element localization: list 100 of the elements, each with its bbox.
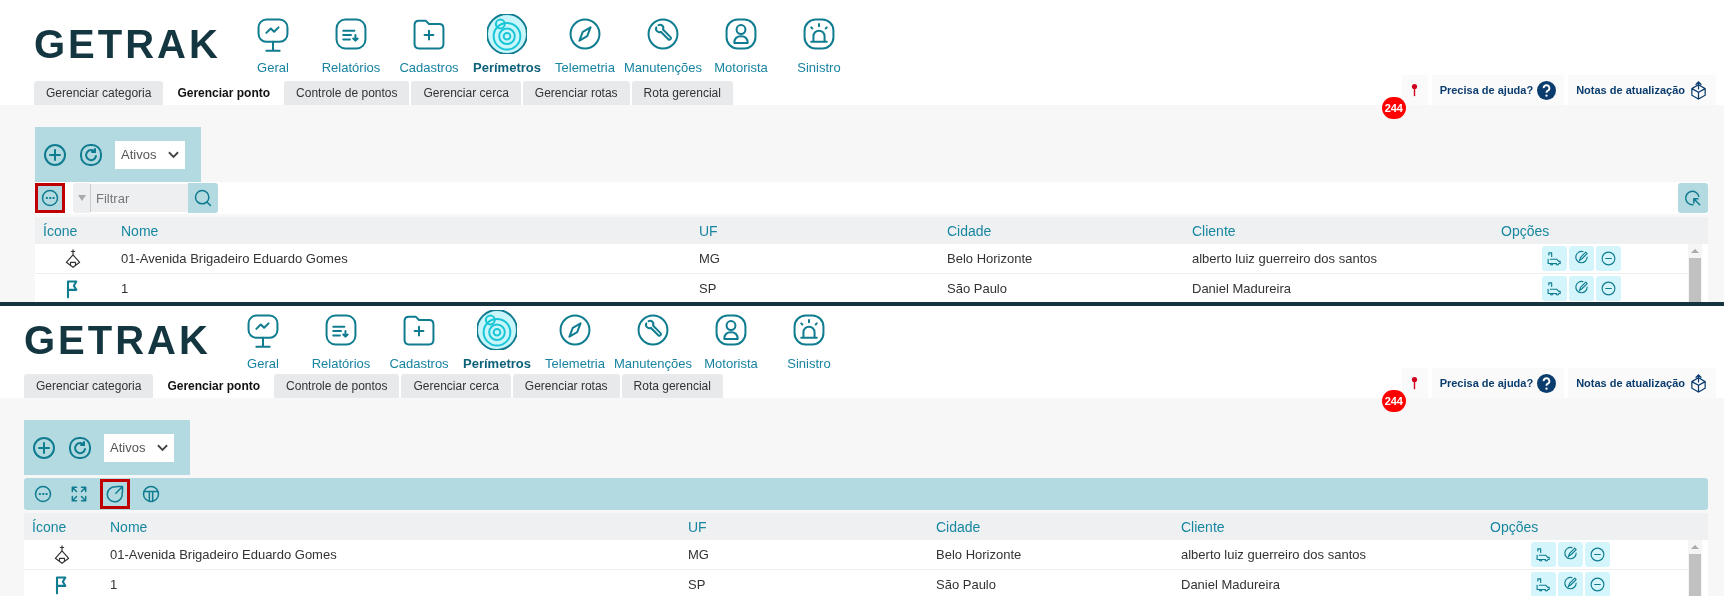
nav-item[interactable]: Sinistro [780, 14, 858, 75]
vehicle-button[interactable] [1542, 276, 1567, 301]
remove-button[interactable] [1585, 572, 1610, 596]
column-header: Ícone [31, 518, 68, 535]
more-button[interactable] [35, 183, 65, 213]
table-cell-text: Belo Horizonte [946, 251, 1034, 266]
tab[interactable]: Gerenciar categoria [24, 374, 154, 398]
vehicle-button[interactable] [1531, 572, 1556, 596]
remove-button[interactable] [1585, 542, 1610, 567]
nav-item[interactable]: Geral [234, 14, 312, 75]
help-button[interactable]: Precisa de ajuda? [1431, 368, 1565, 398]
more-icon [40, 188, 60, 208]
house-pin-icon [52, 544, 72, 565]
table-cell-text: 1 [109, 577, 119, 592]
table-cell-text: SP [698, 281, 718, 296]
more-icon [33, 484, 53, 504]
remove-button[interactable] [1596, 276, 1621, 301]
house-pin-icon [63, 248, 83, 269]
nav-item[interactable]: Telemetria [536, 310, 614, 371]
box-icon [1689, 373, 1708, 393]
help-button[interactable]: Precisa de ajuda? [1431, 75, 1565, 105]
remove-icon [1589, 576, 1606, 593]
update-notes-button[interactable]: Notas de atualização [1568, 368, 1716, 398]
vehicle-icon [1535, 546, 1552, 563]
tab[interactable]: Rota gerencial [631, 81, 733, 105]
edit-button[interactable] [1569, 246, 1594, 271]
column-header: Cidade [946, 222, 993, 239]
export-icon [105, 484, 125, 504]
edit-button[interactable] [1569, 276, 1594, 301]
column-header: Opções [1490, 518, 1540, 535]
table-cell-text: Belo Horizonte [935, 547, 1023, 562]
status-select[interactable]: Ativos [104, 433, 175, 462]
column-header: Cidade [935, 518, 982, 535]
vehicle-button[interactable] [1542, 246, 1567, 271]
nav-item[interactable]: Motorista [692, 310, 770, 371]
nav-item[interactable]: Perímetros [468, 14, 546, 75]
remove-icon [1600, 250, 1617, 267]
edit-button[interactable] [1558, 542, 1583, 567]
tab[interactable]: Controle de pontos [274, 374, 400, 398]
table-cell-text: Daniel Madureira [1180, 577, 1281, 592]
vehicle-button[interactable] [1531, 542, 1556, 567]
refresh-icon[interactable] [68, 435, 92, 460]
tab[interactable]: Rota gerencial [621, 374, 723, 398]
dropdown-arrow-icon [78, 194, 86, 202]
scrollbar[interactable] [1688, 540, 1702, 596]
pin-icon[interactable] [1411, 375, 1419, 391]
notification-badge: 244 [1381, 390, 1406, 412]
nav-item[interactable]: Sinistro [770, 310, 848, 371]
search-button[interactable] [188, 183, 218, 213]
tab[interactable]: Gerenciar cerca [411, 81, 521, 105]
notification-badge: 244 [1381, 97, 1406, 119]
edit-button[interactable] [1558, 572, 1583, 596]
nav-item[interactable]: Perímetros [458, 310, 536, 371]
nav-item[interactable]: Telemetria [546, 14, 624, 75]
scrollbar[interactable] [1688, 244, 1702, 302]
remove-icon [1600, 280, 1617, 297]
nav-item[interactable]: Relatórios [312, 14, 390, 75]
column-header: UF [687, 518, 708, 535]
pin-icon[interactable] [1411, 82, 1419, 98]
export-button[interactable] [100, 479, 130, 509]
table-cell-text: MG [698, 251, 721, 266]
nav-item[interactable]: Geral [224, 310, 302, 371]
nav-item[interactable]: Motorista [702, 14, 780, 75]
tab[interactable]: Gerenciar cerca [401, 374, 511, 398]
question-icon [1537, 80, 1557, 100]
column-header: Opções [1501, 222, 1551, 239]
question-icon [1537, 373, 1557, 393]
tab[interactable]: Gerenciar rotas [522, 81, 630, 105]
tab[interactable]: Gerenciar rotas [512, 374, 620, 398]
update-notes-button[interactable]: Notas de atualização [1568, 75, 1716, 105]
status-select[interactable]: Ativos [115, 140, 186, 169]
logo: GETRAK [34, 24, 222, 64]
add-icon[interactable] [43, 142, 67, 167]
tab[interactable]: Controle de pontos [284, 81, 410, 105]
column-header: Cliente [1180, 518, 1226, 535]
cursor-refresh-button[interactable] [1678, 183, 1708, 213]
nav-item[interactable]: Cadastros [390, 14, 468, 75]
table-cell-text: São Paulo [946, 281, 1008, 296]
nav-item[interactable]: Cadastros [380, 310, 458, 371]
nav-item[interactable]: Relatórios [302, 310, 380, 371]
table-cell-text: alberto luiz guerreiro dos santos [1191, 251, 1378, 266]
table-cell-text: 1 [120, 281, 130, 296]
nav-item[interactable]: Manutenções [624, 14, 702, 75]
filter-dropdown[interactable] [73, 183, 90, 213]
cursor-refresh-icon [1683, 188, 1703, 208]
vehicle-icon [1546, 280, 1563, 297]
column-header: Nome [109, 518, 149, 535]
chevron-down-icon [157, 443, 169, 452]
target-icon [487, 14, 527, 54]
filter-field[interactable]: Filtrar [90, 184, 188, 212]
nav-item[interactable]: Manutenções [614, 310, 692, 371]
table-cell-text: Daniel Madureira [1191, 281, 1292, 296]
search-icon [193, 188, 213, 208]
table-cell-text: SP [687, 577, 707, 592]
remove-button[interactable] [1596, 246, 1621, 271]
add-icon[interactable] [32, 435, 56, 460]
tab[interactable]: Gerenciar categoria [34, 81, 164, 105]
refresh-icon[interactable] [79, 142, 103, 167]
remove-icon [1589, 546, 1606, 563]
logo: GETRAK [24, 320, 212, 360]
